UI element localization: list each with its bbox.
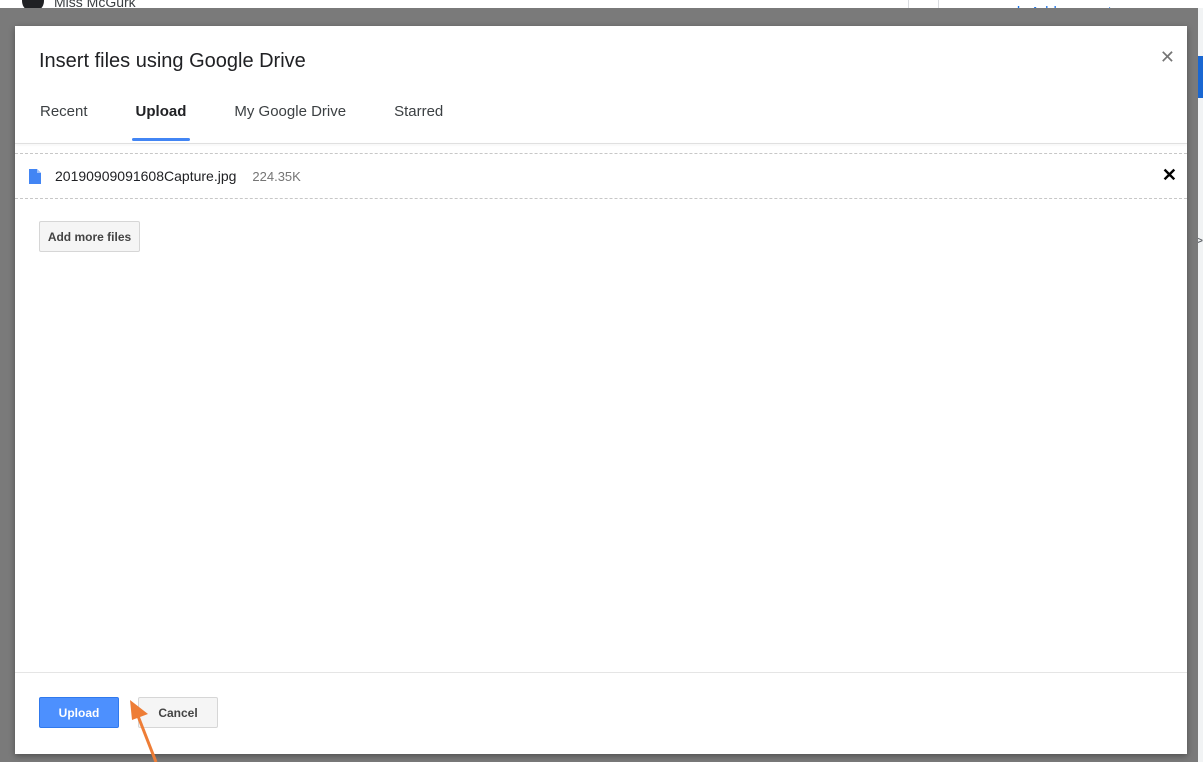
tab-recent[interactable]: Recent	[40, 103, 88, 141]
file-list-item: 20190909091608Capture.jpg 224.35K ✕	[15, 153, 1187, 199]
tab-upload[interactable]: Upload	[131, 103, 191, 141]
file-size: 224.35K	[252, 168, 301, 184]
insert-files-dialog: Insert files using Google Drive ✕ Recent…	[15, 26, 1187, 754]
add-more-files-button[interactable]: Add more files	[39, 221, 140, 252]
close-icon[interactable]: ✕	[1160, 48, 1175, 66]
upload-button[interactable]: Upload	[39, 697, 119, 728]
file-icon	[29, 168, 41, 184]
annotation-arrow-icon	[130, 700, 158, 762]
dialog-title: Insert files using Google Drive	[39, 50, 306, 72]
tab-my-google-drive[interactable]: My Google Drive	[234, 103, 346, 141]
tab-starred[interactable]: Starred	[394, 103, 443, 141]
modal-overlay: Insert files using Google Drive ✕ Recent…	[0, 8, 1198, 762]
tab-bar: Recent Upload My Google Drive Starred	[40, 103, 491, 143]
footer-divider	[15, 672, 1187, 673]
file-name: 20190909091608Capture.jpg	[55, 168, 237, 184]
remove-file-icon[interactable]: ✕	[1162, 165, 1177, 186]
tabs-divider	[15, 143, 1187, 144]
